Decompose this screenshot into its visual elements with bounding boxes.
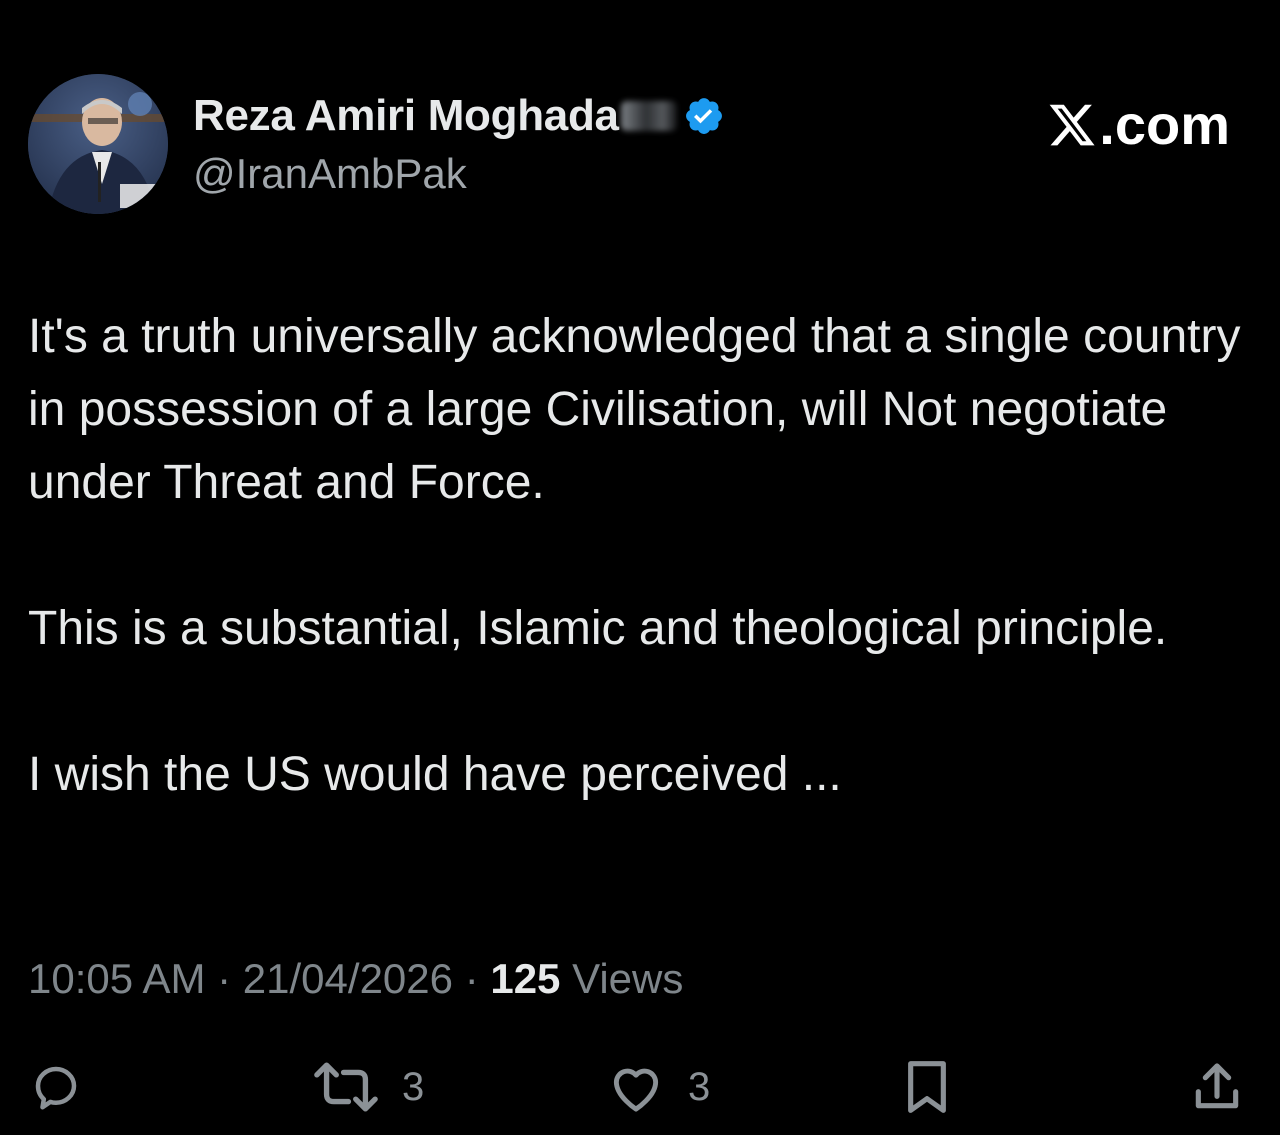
meta-separator: · [217, 955, 243, 1002]
author-display-name[interactable]: Reza Amiri Moghada [193, 91, 619, 141]
name-blur-overlay [620, 101, 677, 131]
heart-icon [613, 1068, 659, 1112]
x-logo-icon [1049, 104, 1095, 145]
retweet-button[interactable]: 3 [312, 1060, 424, 1114]
like-count: 3 [688, 1064, 711, 1109]
retweet-count: 3 [402, 1064, 425, 1109]
tweet-date[interactable]: 21/04/2026 [243, 955, 453, 1002]
avatar[interactable] [28, 74, 168, 214]
tweet-card: Reza Amiri Moghada @IranAmbPak .com It's… [0, 0, 1280, 1135]
author-name-row[interactable]: Reza Amiri Moghada [193, 88, 725, 144]
reply-icon [35, 1066, 77, 1110]
meta-separator: · [464, 955, 491, 1002]
share-icon [1195, 1063, 1239, 1109]
avatar-photo [28, 74, 168, 214]
brand-watermark: .com [1047, 92, 1230, 157]
share-button[interactable] [1188, 1060, 1246, 1114]
tweet-paragraph: I wish the US would have perceived ... [28, 748, 842, 801]
verified-badge-icon [685, 98, 722, 134]
tweet-paragraph: This is a substantial, Islamic and theol… [28, 602, 1168, 655]
views-label: Views [572, 955, 684, 1002]
like-button[interactable]: 3 [606, 1060, 710, 1114]
brand-domain: .com [1099, 93, 1230, 156]
tweet-text: It's a truth universally acknowledged th… [28, 300, 1248, 811]
tweet-time[interactable]: 10:05 AM [28, 955, 205, 1002]
bookmark-button[interactable] [900, 1060, 954, 1114]
views-count: 125 [490, 955, 561, 1002]
reply-button[interactable] [28, 1060, 106, 1114]
tweet-paragraph: It's a truth universally acknowledged th… [28, 310, 1241, 509]
bookmark-icon [908, 1061, 946, 1113]
author-handle[interactable]: @IranAmbPak [193, 150, 467, 198]
tweet-meta: 10:05 AM · 21/04/2026 · 125 Views [28, 955, 683, 1003]
retweet-icon [314, 1062, 378, 1112]
